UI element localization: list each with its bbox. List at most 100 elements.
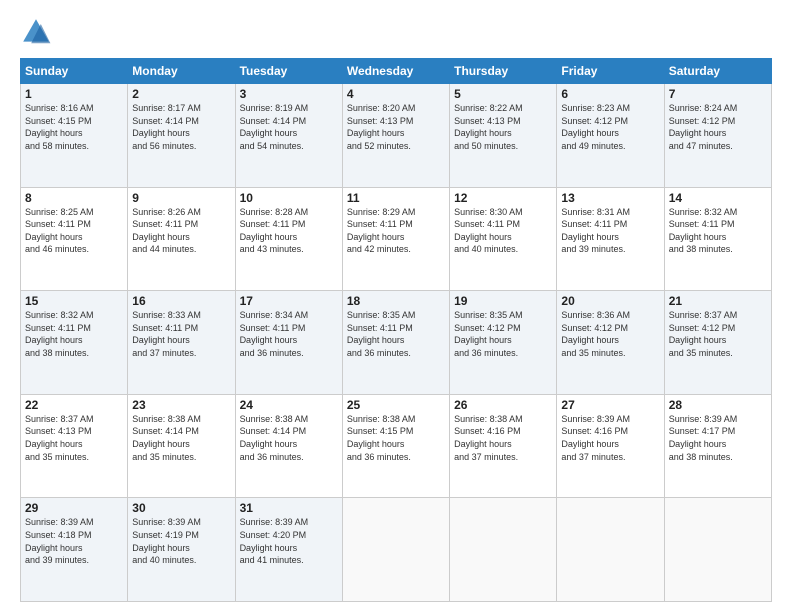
day-info: Sunrise: 8:33 AM Sunset: 4:11 PM Dayligh… [132,309,230,359]
day-number: 9 [132,191,230,205]
calendar-cell: 5 Sunrise: 8:22 AM Sunset: 4:13 PM Dayli… [450,84,557,188]
day-number: 16 [132,294,230,308]
calendar-cell: 7 Sunrise: 8:24 AM Sunset: 4:12 PM Dayli… [664,84,771,188]
day-info: Sunrise: 8:38 AM Sunset: 4:14 PM Dayligh… [132,413,230,463]
day-info: Sunrise: 8:39 AM Sunset: 4:16 PM Dayligh… [561,413,659,463]
calendar-cell: 16 Sunrise: 8:33 AM Sunset: 4:11 PM Dayl… [128,291,235,395]
calendar-cell: 27 Sunrise: 8:39 AM Sunset: 4:16 PM Dayl… [557,394,664,498]
week-row-2: 8 Sunrise: 8:25 AM Sunset: 4:11 PM Dayli… [21,187,772,291]
day-info: Sunrise: 8:32 AM Sunset: 4:11 PM Dayligh… [669,206,767,256]
calendar-cell: 21 Sunrise: 8:37 AM Sunset: 4:12 PM Dayl… [664,291,771,395]
day-number: 15 [25,294,123,308]
day-info: Sunrise: 8:28 AM Sunset: 4:11 PM Dayligh… [240,206,338,256]
day-number: 8 [25,191,123,205]
week-row-5: 29 Sunrise: 8:39 AM Sunset: 4:18 PM Dayl… [21,498,772,602]
calendar-cell: 10 Sunrise: 8:28 AM Sunset: 4:11 PM Dayl… [235,187,342,291]
day-info: Sunrise: 8:36 AM Sunset: 4:12 PM Dayligh… [561,309,659,359]
day-info: Sunrise: 8:19 AM Sunset: 4:14 PM Dayligh… [240,102,338,152]
day-number: 6 [561,87,659,101]
dow-header-friday: Friday [557,59,664,84]
day-number: 5 [454,87,552,101]
day-info: Sunrise: 8:39 AM Sunset: 4:19 PM Dayligh… [132,516,230,566]
calendar-cell: 1 Sunrise: 8:16 AM Sunset: 4:15 PM Dayli… [21,84,128,188]
day-info: Sunrise: 8:16 AM Sunset: 4:15 PM Dayligh… [25,102,123,152]
day-info: Sunrise: 8:22 AM Sunset: 4:13 PM Dayligh… [454,102,552,152]
day-info: Sunrise: 8:39 AM Sunset: 4:17 PM Dayligh… [669,413,767,463]
page: SundayMondayTuesdayWednesdayThursdayFrid… [0,0,792,612]
calendar-cell: 8 Sunrise: 8:25 AM Sunset: 4:11 PM Dayli… [21,187,128,291]
day-info: Sunrise: 8:25 AM Sunset: 4:11 PM Dayligh… [25,206,123,256]
calendar-cell [557,498,664,602]
week-row-4: 22 Sunrise: 8:37 AM Sunset: 4:13 PM Dayl… [21,394,772,498]
day-number: 19 [454,294,552,308]
calendar-cell: 18 Sunrise: 8:35 AM Sunset: 4:11 PM Dayl… [342,291,449,395]
day-number: 29 [25,501,123,515]
calendar-cell: 25 Sunrise: 8:38 AM Sunset: 4:15 PM Dayl… [342,394,449,498]
day-info: Sunrise: 8:38 AM Sunset: 4:14 PM Dayligh… [240,413,338,463]
day-number: 13 [561,191,659,205]
dow-header-tuesday: Tuesday [235,59,342,84]
day-number: 7 [669,87,767,101]
day-info: Sunrise: 8:38 AM Sunset: 4:16 PM Dayligh… [454,413,552,463]
day-info: Sunrise: 8:26 AM Sunset: 4:11 PM Dayligh… [132,206,230,256]
day-info: Sunrise: 8:20 AM Sunset: 4:13 PM Dayligh… [347,102,445,152]
day-number: 27 [561,398,659,412]
calendar-cell [450,498,557,602]
calendar-cell: 17 Sunrise: 8:34 AM Sunset: 4:11 PM Dayl… [235,291,342,395]
day-number: 2 [132,87,230,101]
calendar-cell: 14 Sunrise: 8:32 AM Sunset: 4:11 PM Dayl… [664,187,771,291]
day-info: Sunrise: 8:35 AM Sunset: 4:11 PM Dayligh… [347,309,445,359]
calendar-cell: 19 Sunrise: 8:35 AM Sunset: 4:12 PM Dayl… [450,291,557,395]
days-of-week-row: SundayMondayTuesdayWednesdayThursdayFrid… [21,59,772,84]
day-number: 18 [347,294,445,308]
calendar-cell: 28 Sunrise: 8:39 AM Sunset: 4:17 PM Dayl… [664,394,771,498]
day-number: 30 [132,501,230,515]
day-number: 20 [561,294,659,308]
calendar-table: SundayMondayTuesdayWednesdayThursdayFrid… [20,58,772,602]
day-number: 28 [669,398,767,412]
day-info: Sunrise: 8:39 AM Sunset: 4:18 PM Dayligh… [25,516,123,566]
calendar-cell [342,498,449,602]
day-info: Sunrise: 8:32 AM Sunset: 4:11 PM Dayligh… [25,309,123,359]
calendar-cell: 15 Sunrise: 8:32 AM Sunset: 4:11 PM Dayl… [21,291,128,395]
logo-icon [20,16,52,48]
day-number: 4 [347,87,445,101]
day-number: 11 [347,191,445,205]
day-info: Sunrise: 8:24 AM Sunset: 4:12 PM Dayligh… [669,102,767,152]
calendar-cell: 22 Sunrise: 8:37 AM Sunset: 4:13 PM Dayl… [21,394,128,498]
calendar-cell: 11 Sunrise: 8:29 AM Sunset: 4:11 PM Dayl… [342,187,449,291]
header [20,16,772,48]
calendar-cell: 23 Sunrise: 8:38 AM Sunset: 4:14 PM Dayl… [128,394,235,498]
dow-header-sunday: Sunday [21,59,128,84]
day-info: Sunrise: 8:31 AM Sunset: 4:11 PM Dayligh… [561,206,659,256]
day-number: 22 [25,398,123,412]
calendar-body: 1 Sunrise: 8:16 AM Sunset: 4:15 PM Dayli… [21,84,772,602]
calendar-cell: 13 Sunrise: 8:31 AM Sunset: 4:11 PM Dayl… [557,187,664,291]
day-info: Sunrise: 8:30 AM Sunset: 4:11 PM Dayligh… [454,206,552,256]
calendar-cell: 9 Sunrise: 8:26 AM Sunset: 4:11 PM Dayli… [128,187,235,291]
calendar-cell: 29 Sunrise: 8:39 AM Sunset: 4:18 PM Dayl… [21,498,128,602]
calendar-cell: 12 Sunrise: 8:30 AM Sunset: 4:11 PM Dayl… [450,187,557,291]
week-row-1: 1 Sunrise: 8:16 AM Sunset: 4:15 PM Dayli… [21,84,772,188]
day-info: Sunrise: 8:37 AM Sunset: 4:12 PM Dayligh… [669,309,767,359]
day-number: 17 [240,294,338,308]
calendar-cell: 30 Sunrise: 8:39 AM Sunset: 4:19 PM Dayl… [128,498,235,602]
day-info: Sunrise: 8:29 AM Sunset: 4:11 PM Dayligh… [347,206,445,256]
day-number: 10 [240,191,338,205]
day-number: 3 [240,87,338,101]
dow-header-wednesday: Wednesday [342,59,449,84]
day-info: Sunrise: 8:37 AM Sunset: 4:13 PM Dayligh… [25,413,123,463]
day-info: Sunrise: 8:39 AM Sunset: 4:20 PM Dayligh… [240,516,338,566]
day-number: 1 [25,87,123,101]
calendar-cell: 31 Sunrise: 8:39 AM Sunset: 4:20 PM Dayl… [235,498,342,602]
day-number: 14 [669,191,767,205]
day-info: Sunrise: 8:34 AM Sunset: 4:11 PM Dayligh… [240,309,338,359]
calendar-cell: 20 Sunrise: 8:36 AM Sunset: 4:12 PM Dayl… [557,291,664,395]
dow-header-thursday: Thursday [450,59,557,84]
calendar-cell: 3 Sunrise: 8:19 AM Sunset: 4:14 PM Dayli… [235,84,342,188]
calendar-cell: 26 Sunrise: 8:38 AM Sunset: 4:16 PM Dayl… [450,394,557,498]
day-number: 21 [669,294,767,308]
day-info: Sunrise: 8:38 AM Sunset: 4:15 PM Dayligh… [347,413,445,463]
day-number: 23 [132,398,230,412]
day-number: 31 [240,501,338,515]
